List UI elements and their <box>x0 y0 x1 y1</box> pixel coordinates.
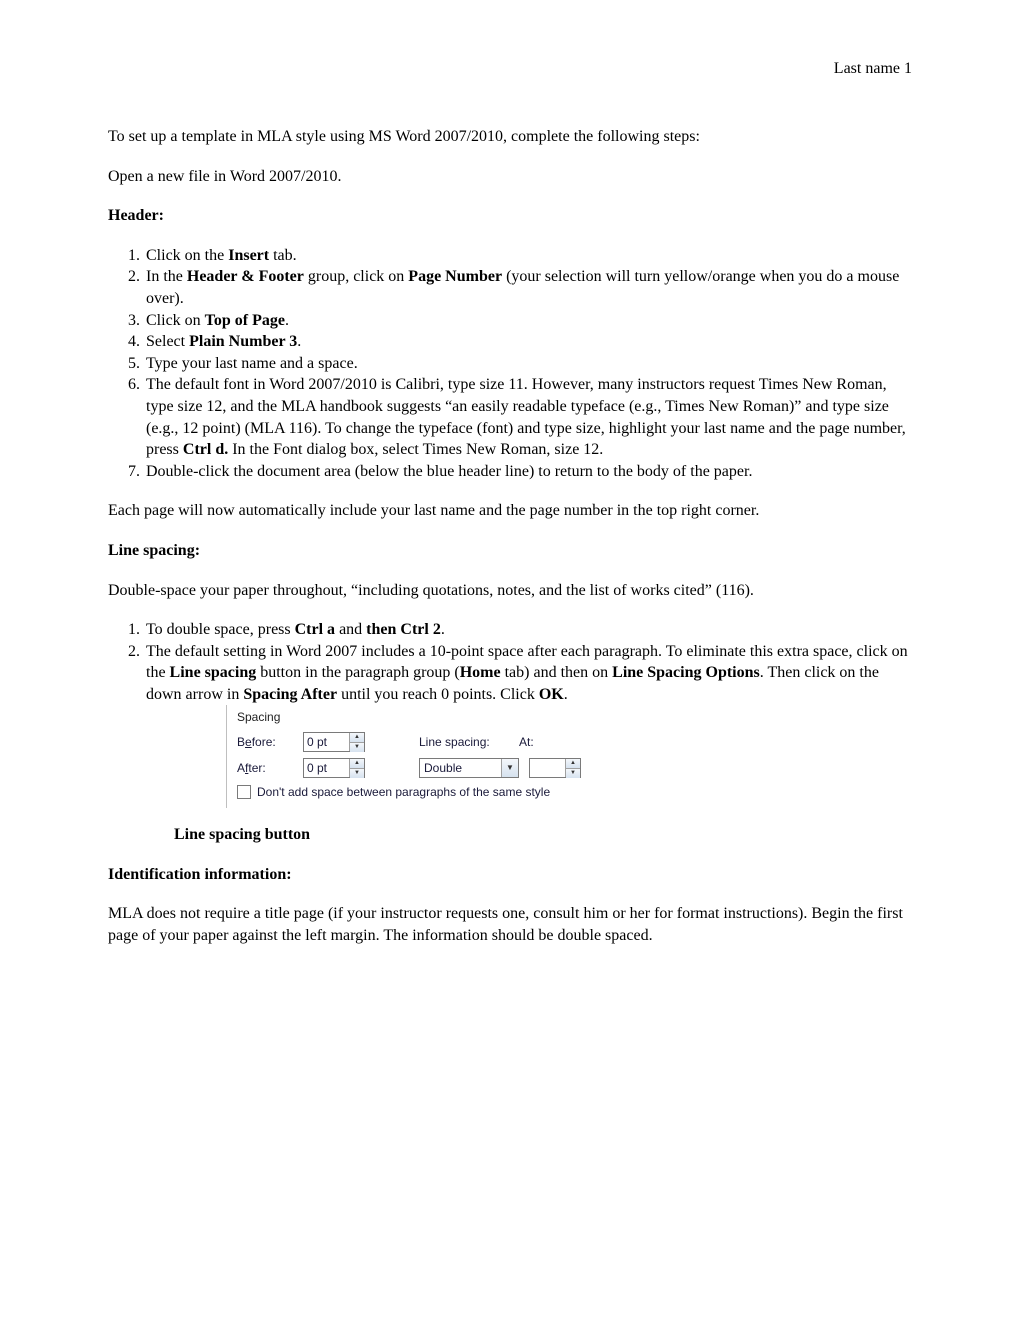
header-steps-list: Click on the Insert tab. In the Header &… <box>108 245 912 483</box>
after-header-paragraph: Each page will now automatically include… <box>108 500 912 522</box>
list-item: Click on the Insert tab. <box>144 245 912 267</box>
after-label: After: <box>237 760 293 776</box>
chevron-down-icon[interactable]: ▼ <box>501 759 518 777</box>
dont-add-space-label: Don't add space between paragraphs of th… <box>257 784 550 800</box>
before-spinbox[interactable]: 0 pt ▲▼ <box>303 732 365 752</box>
list-item: The default font in Word 2007/2010 is Ca… <box>144 374 912 460</box>
after-spinbox[interactable]: 0 pt ▲▼ <box>303 758 365 778</box>
list-item: Select Plain Number 3. <box>144 331 912 353</box>
open-file-paragraph: Open a new file in Word 2007/2010. <box>108 166 912 188</box>
figure-caption: Line spacing button <box>174 826 912 844</box>
spin-arrows-icon[interactable]: ▲▼ <box>349 733 364 751</box>
dont-add-space-row: Don't add space between paragraphs of th… <box>237 784 657 800</box>
spacing-dialog: Spacing Before: 0 pt ▲▼ Line spacing: At… <box>226 705 667 807</box>
page: Last name 1 To set up a template in MLA … <box>0 0 1020 947</box>
before-value: 0 pt <box>304 733 349 751</box>
list-item: In the Header & Footer group, click on P… <box>144 266 912 309</box>
linespacing-intro: Double-space your paper throughout, “inc… <box>108 580 912 602</box>
before-label: Before: <box>237 734 293 750</box>
section-heading-header: Header: <box>108 205 912 227</box>
intro-paragraph: To set up a template in MLA style using … <box>108 126 912 148</box>
linespacing-steps-list: To double space, press Ctrl a and then C… <box>108 619 912 808</box>
after-value: 0 pt <box>304 759 349 777</box>
running-header: Last name 1 <box>108 60 912 78</box>
dont-add-space-checkbox[interactable] <box>237 785 251 799</box>
linespacing-value: Double <box>420 759 501 777</box>
section-heading-linespacing: Line spacing: <box>108 540 912 562</box>
list-item: Click on Top of Page. <box>144 310 912 332</box>
section-heading-identification: Identification information: <box>108 864 912 886</box>
at-spinbox[interactable]: ▲▼ <box>529 758 581 778</box>
linespacing-combo[interactable]: Double ▼ <box>419 758 519 778</box>
at-value <box>530 759 565 777</box>
linespacing-label: Line spacing: <box>419 734 509 750</box>
list-item: Type your last name and a space. <box>144 353 912 375</box>
at-label: At: <box>519 734 549 750</box>
list-item: Double-click the document area (below th… <box>144 461 912 483</box>
list-item: The default setting in Word 2007 include… <box>144 641 912 808</box>
spin-arrows-icon[interactable]: ▲▼ <box>349 759 364 777</box>
spin-arrows-icon[interactable]: ▲▼ <box>565 759 580 777</box>
list-item: To double space, press Ctrl a and then C… <box>144 619 912 641</box>
spacing-title: Spacing <box>237 709 657 725</box>
identification-paragraph: MLA does not require a title page (if yo… <box>108 903 912 946</box>
